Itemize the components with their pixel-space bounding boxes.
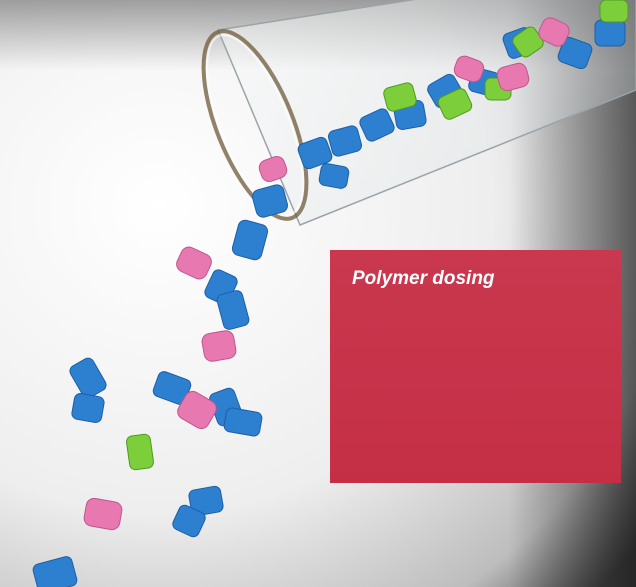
caption-box: Polymer dosing bbox=[330, 250, 621, 483]
hero-banner: Polymer dosing bbox=[0, 0, 636, 587]
caption-title: Polymer dosing bbox=[352, 268, 495, 289]
